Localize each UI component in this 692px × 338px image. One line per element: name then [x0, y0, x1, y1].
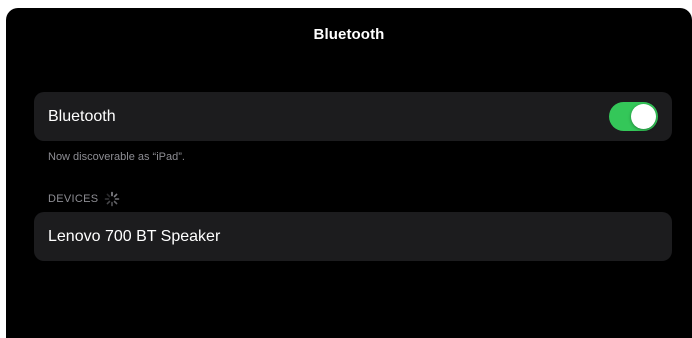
- activity-spinner-icon: [104, 191, 120, 207]
- discoverable-note: Now discoverable as “iPad”.: [48, 151, 185, 163]
- devices-header-label: DEVICES: [48, 193, 99, 205]
- bluetooth-toggle-row[interactable]: Bluetooth: [34, 92, 672, 141]
- bluetooth-settings-sheet: Bluetooth Bluetooth Now discoverable as …: [6, 8, 692, 338]
- bluetooth-toggle-switch[interactable]: [609, 102, 658, 131]
- page-title: Bluetooth: [313, 26, 385, 43]
- toggle-knob: [631, 104, 656, 129]
- devices-section-header: DEVICES: [48, 191, 120, 207]
- bluetooth-label: Bluetooth: [48, 108, 116, 125]
- device-name-label: Lenovo 700 BT Speaker: [48, 228, 221, 245]
- device-row[interactable]: Lenovo 700 BT Speaker: [34, 212, 672, 261]
